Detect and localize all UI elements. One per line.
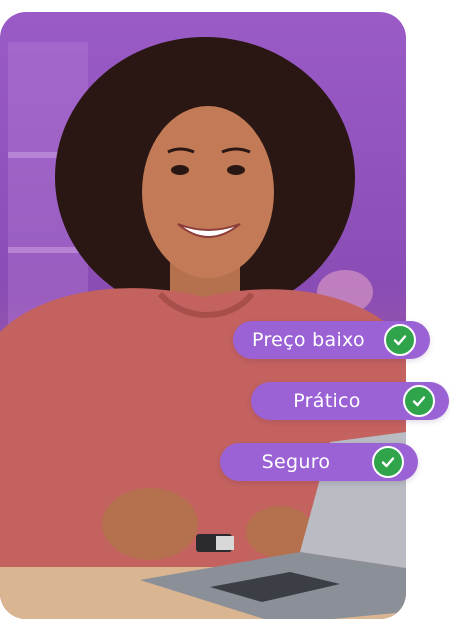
feature-label: Preço baixo	[252, 329, 365, 351]
feature-pill-pratico: Prático	[251, 382, 449, 420]
hero-photo	[0, 12, 406, 619]
check-icon	[372, 446, 404, 478]
feature-label: Seguro	[261, 451, 331, 473]
feature-pill-seguro: Seguro	[220, 443, 418, 481]
check-icon	[384, 324, 416, 356]
feature-pill-preco-baixo: Preço baixo	[233, 321, 430, 359]
feature-label: Prático	[293, 390, 361, 412]
face	[142, 106, 274, 278]
check-icon	[403, 385, 435, 417]
woman-with-laptop-illustration	[0, 37, 406, 619]
